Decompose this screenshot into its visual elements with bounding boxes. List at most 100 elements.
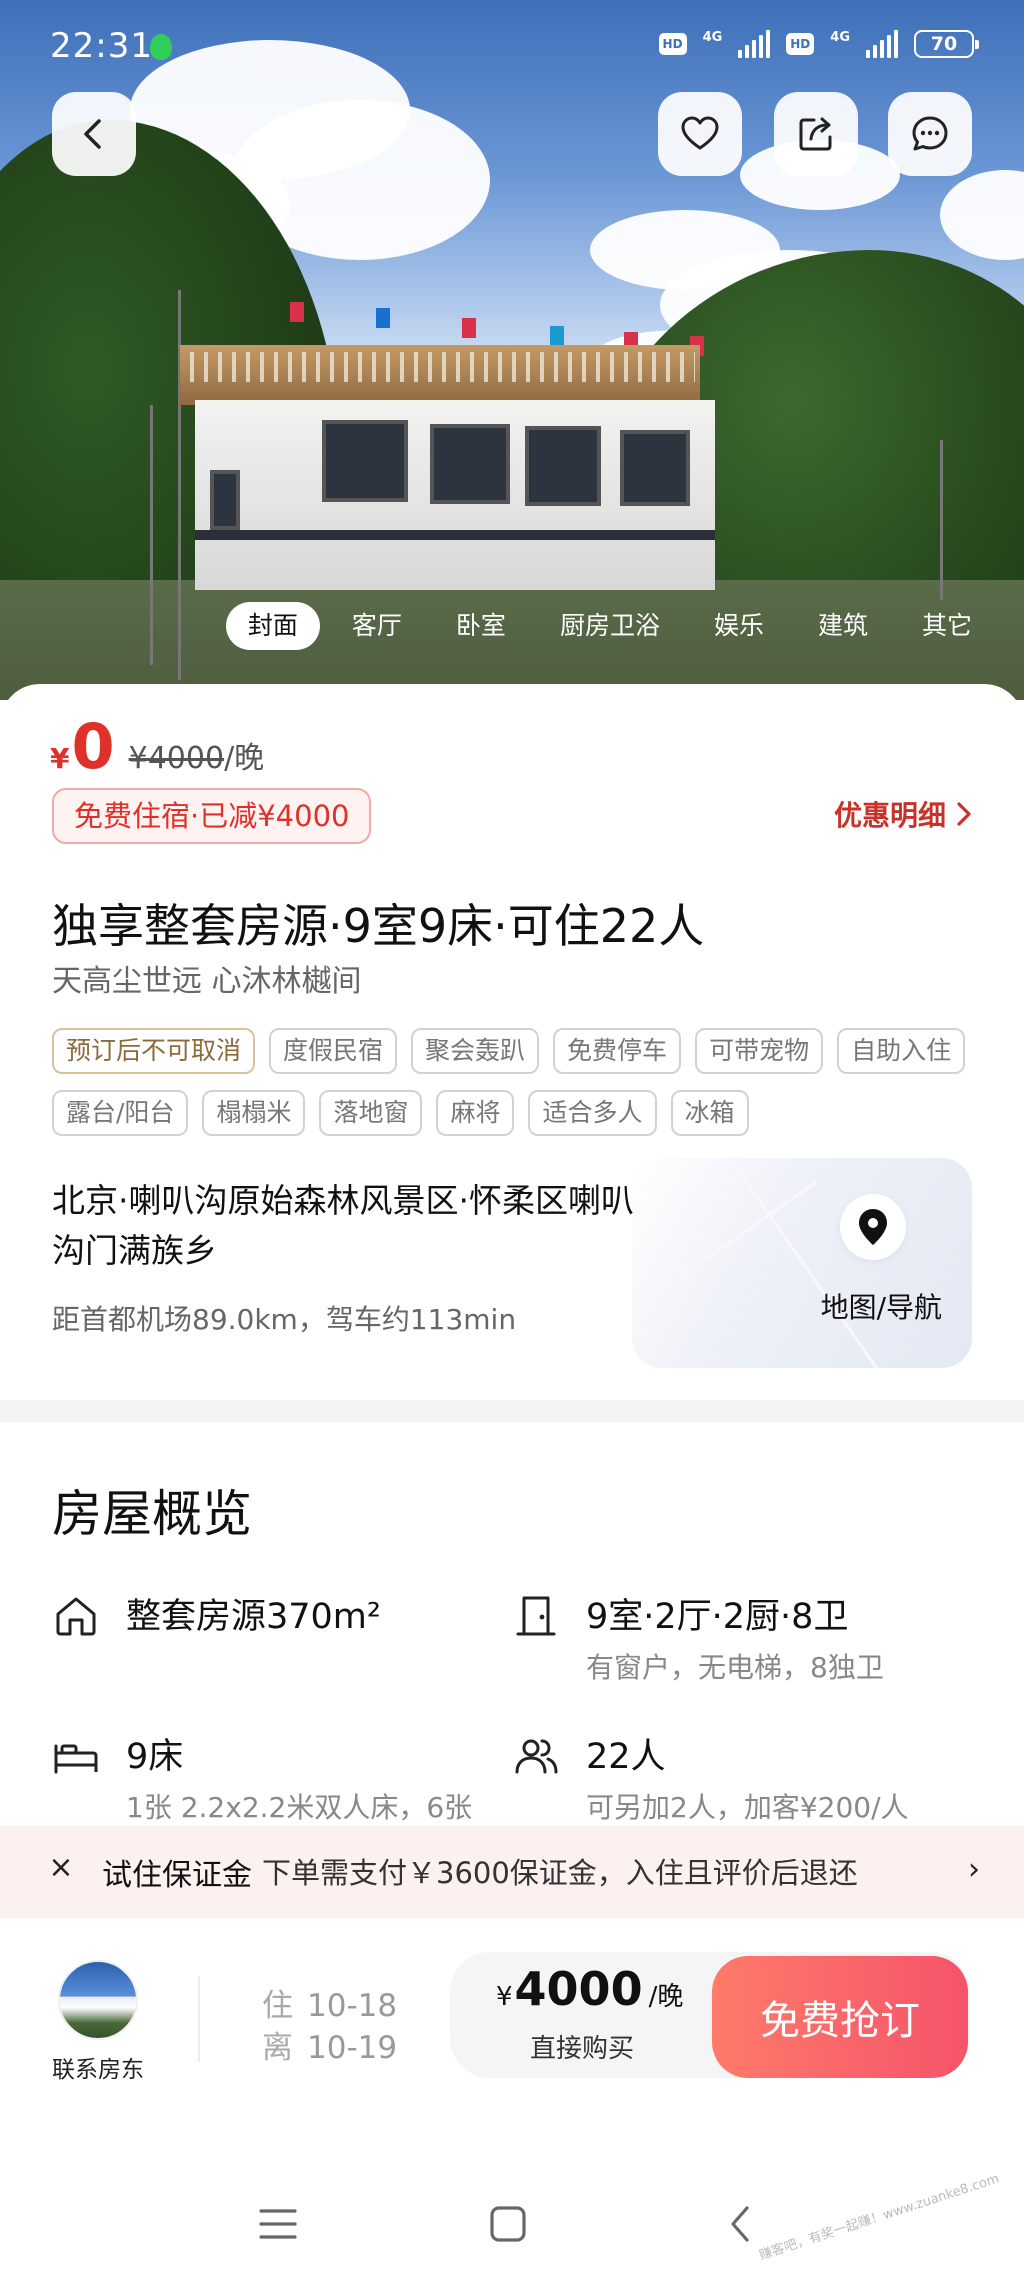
overview-beds-sub: 1张 2.2x2.2米双人床，6张 (126, 1791, 473, 1824)
tab-kitchen-bath[interactable]: 厨房卫浴 (538, 602, 682, 650)
tag-terrace: 露台/阳台 (52, 1090, 189, 1136)
current-price: 0 (71, 710, 115, 783)
bed-icon (54, 1744, 98, 1774)
contact-host-button[interactable]: 联系房东 (52, 2050, 144, 2084)
signal-icon-2 (866, 30, 898, 58)
tag-groups: 适合多人 (528, 1090, 657, 1136)
buy-unit: /晚 (648, 1982, 684, 2012)
buy-sub-label: 直接购买 (530, 2034, 635, 2064)
checkin-value: 10-18 (307, 1988, 398, 2024)
signal-icon (738, 30, 771, 58)
tab-entertainment[interactable]: 娱乐 (692, 602, 786, 650)
message-button[interactable] (888, 92, 972, 176)
free-book-button[interactable]: 免费抢订 (712, 1956, 968, 2078)
chevron-right-icon (957, 802, 971, 826)
section-divider (0, 1400, 1024, 1422)
overview-guests: 22人 可另加2人，加客¥200/人 (512, 1728, 992, 1828)
overview-area-main: 整套房源370m² (126, 1597, 381, 1637)
heart-icon (681, 116, 719, 150)
home-square-icon (490, 2206, 526, 2242)
share-button[interactable] (774, 92, 858, 176)
checkout-value: 10-19 (307, 2030, 398, 2066)
map-pin-icon (840, 1194, 906, 1260)
listing-title: 独享整套房源·9室9床·可住22人 (52, 899, 705, 953)
chevron-left-icon (84, 119, 101, 149)
overview-title: 房屋概览 (52, 1485, 252, 1543)
promo-badge: 免费住宿·已减¥4000 (52, 788, 372, 844)
tag-floor-window: 落地窗 (319, 1090, 423, 1136)
divider (198, 1976, 200, 2062)
people-icon (515, 1739, 558, 1774)
favorite-button[interactable] (658, 92, 742, 176)
feature-tags: 预订后不可取消 度假民宿 聚会轰趴 免费停车 可带宠物 自助入住 露台/阳台 榻… (52, 1028, 992, 1136)
photo-category-tabs: 封面 客厅 卧室 厨房卫浴 娱乐 建筑 其它 (0, 596, 1024, 656)
checkout-key: 离 (262, 2030, 293, 2066)
listing-card: ¥ 0 ¥4000 /晚 免费住宿·已减¥4000 优惠明细 独享整套房源·9室… (0, 684, 1024, 1404)
tab-bedroom[interactable]: 卧室 (434, 602, 528, 650)
listing-subtitle: 天高尘世远 心沐林樾间 (52, 964, 362, 999)
back-button[interactable] (52, 92, 136, 176)
status-bar: 22:31 HD 4G HD 4G 70 (0, 0, 1024, 90)
overview-rooms-sub: 有窗户，无电梯，8独卫 (586, 1651, 884, 1684)
tag-party: 聚会轰趴 (411, 1028, 540, 1074)
price-unit: /晚 (224, 741, 265, 776)
overview-beds-main: 9床 (126, 1737, 184, 1777)
tag-tatami: 榻榻米 (202, 1090, 306, 1136)
overview-rooms: 9室·2厅·2厨·8卫 有窗户，无电梯，8独卫 (512, 1588, 992, 1688)
status-indicator-icon (150, 34, 172, 60)
overview-beds: 9床 1张 2.2x2.2米双人床，6张 (52, 1728, 492, 1828)
checkin-date[interactable]: 住 10-18 (262, 1980, 397, 2025)
bottom-action-bar: 联系房东 住 10-18 离 10-19 ¥ 4000 /晚 直接购买 免费抢订 (0, 1918, 1024, 2118)
chat-icon (912, 116, 948, 151)
promo-detail-label: 优惠明细 (833, 799, 946, 832)
hd-badge: HD (658, 33, 687, 55)
close-icon[interactable]: × (46, 1850, 76, 1885)
back-arrow-icon (731, 2206, 749, 2242)
distance-info: 距首都机场89.0km，驾车约113min (52, 1303, 517, 1336)
price-currency: ¥ (50, 742, 70, 775)
home-button[interactable] (478, 2194, 538, 2254)
overview-guests-sub: 可另加2人，加客¥200/人 (586, 1791, 909, 1824)
chevron-right-icon[interactable]: › (968, 1852, 980, 1887)
menu-button[interactable] (248, 2194, 308, 2254)
buy-price: ¥ 4000 /晚 (496, 1962, 683, 2016)
deposit-text: 下单需支付￥3600保证金，入住且评价后退还 (262, 1856, 858, 1890)
door-icon (516, 1596, 556, 1636)
host-avatar[interactable] (58, 1960, 138, 2040)
buy-price-value: 4000 (514, 1962, 643, 2016)
tag-fridge: 冰箱 (670, 1090, 749, 1136)
network-type: 4G (702, 30, 723, 45)
network-type-2: 4G (830, 30, 850, 45)
overview-area: 整套房源370m² (52, 1588, 492, 1688)
checkout-date[interactable]: 离 10-19 (262, 2022, 397, 2067)
promo-detail-link[interactable]: 优惠明细 (834, 794, 972, 834)
original-price: ¥4000 (128, 741, 225, 776)
map-navigation-button[interactable]: 地图/导航 (632, 1158, 972, 1368)
battery-icon: 70 (914, 30, 979, 58)
overview-guests-main: 22人 (586, 1737, 666, 1777)
house-icon (56, 1597, 96, 1636)
map-label: 地图/导航 (820, 1291, 942, 1324)
location-section: 地图/导航 北京·喇叭沟原始森林风景区·怀柔区喇叭沟门满族乡 距首都机场89.0… (52, 1158, 972, 1368)
tab-living-room[interactable]: 客厅 (330, 602, 424, 650)
price-row: ¥ 0 ¥4000 /晚 (50, 716, 264, 778)
tag-no-cancel: 预订后不可取消 (52, 1028, 256, 1074)
tab-other[interactable]: 其它 (900, 602, 994, 650)
hero-photo[interactable]: 22:31 HD 4G HD 4G 70 封面 客厅 卧室 厨房卫浴 娱乐 建筑… (0, 0, 1024, 700)
tag-self-checkin: 自助入住 (837, 1028, 966, 1074)
status-time: 22:31 (50, 26, 153, 66)
checkin-key: 住 (262, 1988, 293, 2024)
tab-cover[interactable]: 封面 (225, 602, 320, 650)
tag-mahjong: 麻将 (436, 1090, 515, 1136)
tag-free-parking: 免费停车 (553, 1028, 682, 1074)
tag-holiday-homestay: 度假民宿 (269, 1028, 398, 1074)
deposit-label: 试住保证金 (102, 1858, 252, 1893)
address: 北京·喇叭沟原始森林风景区·怀柔区喇叭沟门满族乡 (52, 1181, 634, 1270)
share-icon (799, 117, 832, 151)
tag-pets-allowed: 可带宠物 (695, 1028, 824, 1074)
deposit-notice[interactable]: × 试住保证金 下单需支付￥3600保证金，入住且评价后退还 › (0, 1826, 1024, 1918)
overview-rooms-main: 9室·2厅·2厨·8卫 (586, 1597, 849, 1637)
tab-building[interactable]: 建筑 (796, 602, 890, 650)
menu-icon (259, 2209, 297, 2239)
buy-currency: ¥ (496, 1982, 513, 2012)
